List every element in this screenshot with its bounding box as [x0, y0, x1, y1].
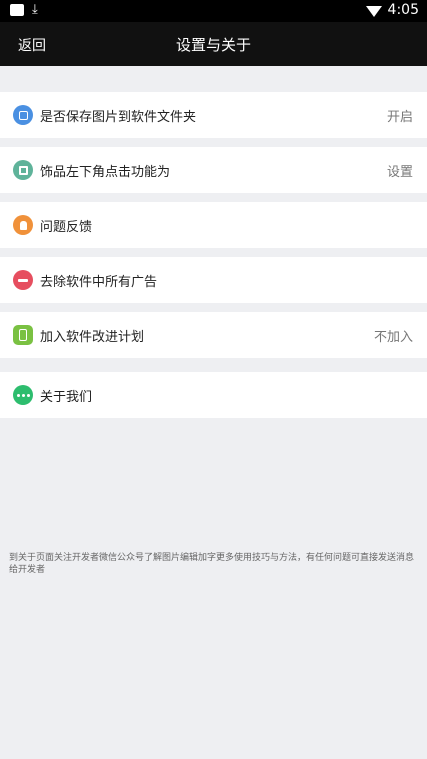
setting-label: 饰品左下角点击功能为: [40, 164, 171, 180]
download-icon: ⤓: [32, 2, 38, 17]
save-folder-icon: [13, 105, 33, 125]
setting-label: 关于我们: [40, 389, 93, 405]
setting-label: 加入软件改进计划: [40, 329, 145, 345]
setting-value: 设置: [386, 164, 413, 180]
navigation-bar: 返回 设置与关于: [0, 22, 427, 66]
setting-improvement-plan[interactable]: 加入软件改进计划 不加入: [0, 312, 427, 358]
phone-icon: [13, 325, 33, 345]
status-bar: ⤓ 4:05: [0, 0, 427, 22]
footer-note: 到关于页面关注开发者微信公众号了解图片编辑加字更多使用技巧与方法，有任何问题可直…: [9, 553, 415, 575]
more-icon: [13, 385, 33, 405]
remove-ads-icon: [13, 270, 33, 290]
setting-feedback[interactable]: 问题反馈: [0, 202, 427, 248]
setting-save-to-folder[interactable]: 是否保存图片到软件文件夹 开启: [0, 92, 427, 138]
wifi-icon: [365, 5, 382, 17]
status-left-icons: ⤓: [10, 3, 38, 17]
feedback-icon: [13, 215, 33, 235]
status-right: 4:05: [365, 2, 419, 18]
setting-remove-ads[interactable]: 去除软件中所有广告: [0, 257, 427, 303]
setting-value: 不加入: [373, 329, 413, 345]
status-time: 4:05: [387, 2, 419, 18]
setting-about-us[interactable]: 关于我们: [0, 372, 427, 418]
setting-ornament-click[interactable]: 饰品左下角点击功能为 设置: [0, 147, 427, 193]
photo-icon: [10, 4, 24, 16]
page-title: 设置与关于: [175, 36, 251, 54]
setting-value: 开启: [386, 109, 413, 125]
setting-label: 去除软件中所有广告: [40, 274, 158, 290]
setting-label: 是否保存图片到软件文件夹: [40, 109, 197, 125]
ornament-icon: [13, 160, 33, 180]
setting-label: 问题反馈: [40, 219, 93, 235]
